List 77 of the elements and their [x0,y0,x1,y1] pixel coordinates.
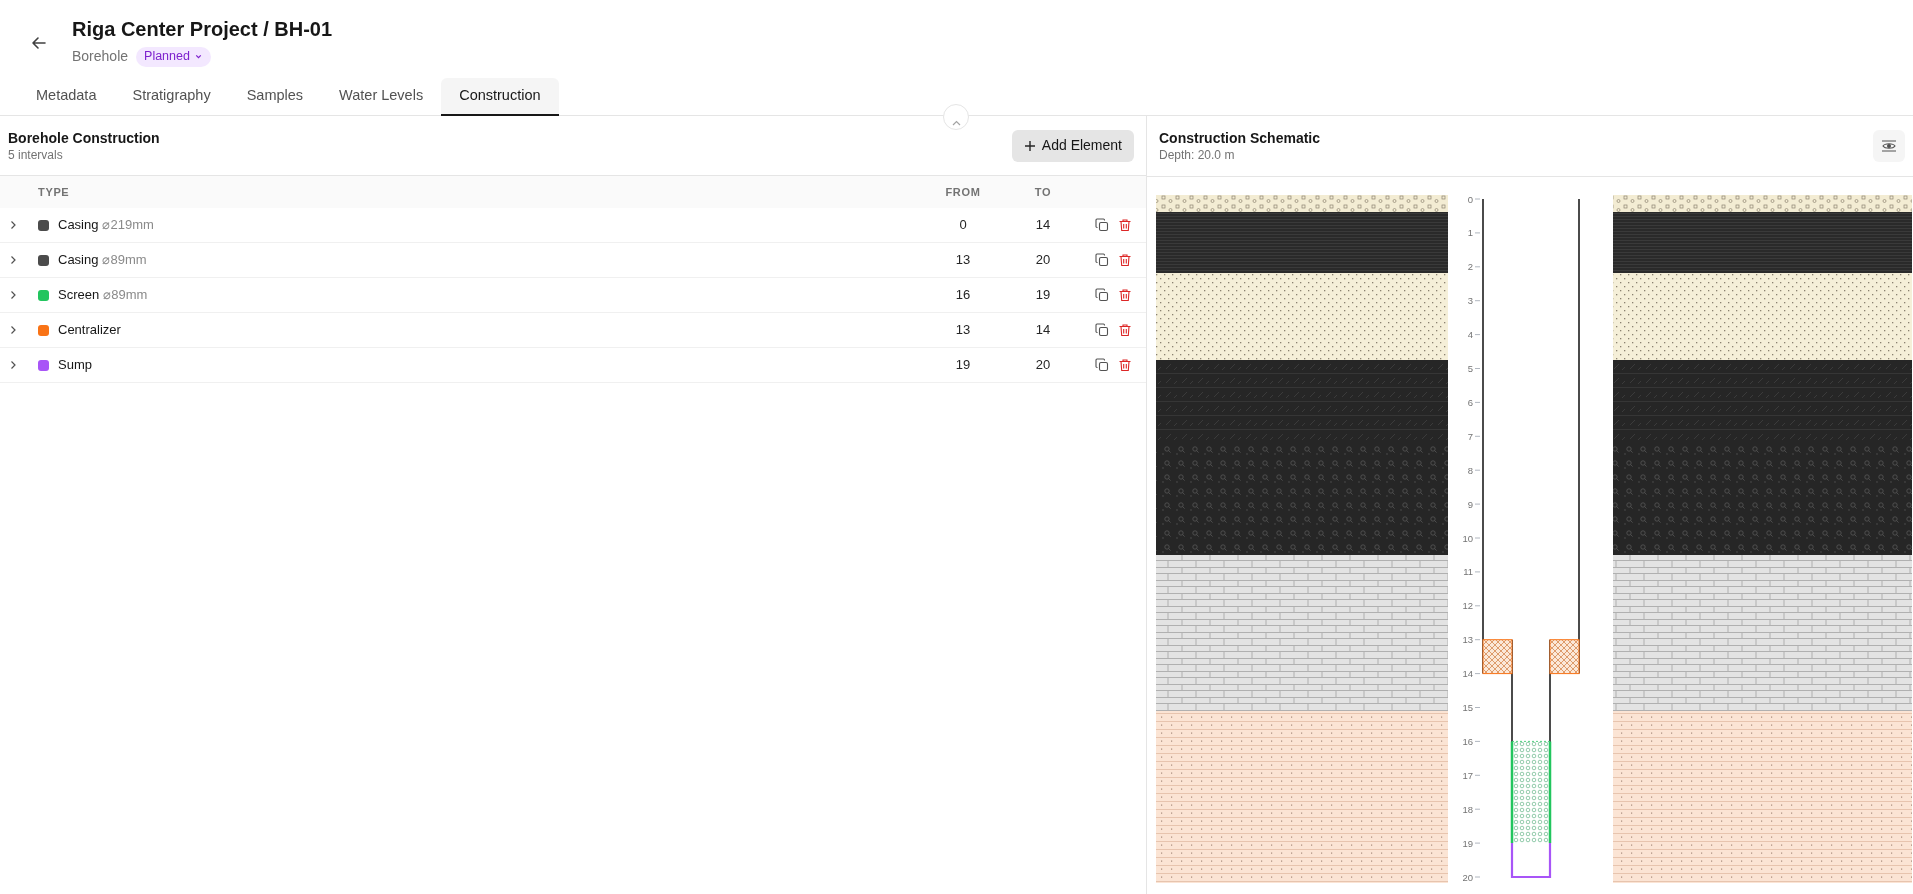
caret-icon [193,52,203,61]
depth-tick-label: 10 [1462,532,1481,544]
sump-drawing [1510,843,1552,879]
column-header: FROM [945,184,981,200]
page-title: Riga Center Project / BH-01 [72,17,333,42]
depth-value: 14 [1035,321,1051,340]
depth-tick-label: 8 [1467,464,1481,476]
expand-chevron-icon[interactable] [8,254,18,266]
diameter-label: ⌀89mm [102,251,147,270]
duplicate-icon[interactable] [1095,253,1109,267]
depth-tick-label: 15 [1462,702,1481,713]
depth-tick-label: 18 [1462,803,1481,815]
depth-tick-label: 4 [1467,329,1481,341]
duplicate-icon[interactable] [1095,323,1109,337]
depth-tick-label: 17 [1462,769,1481,781]
depth-tick-label: 0 [1467,193,1481,205]
element-type: Casing [58,216,99,235]
delete-icon[interactable] [1118,253,1132,267]
element-type: Screen [58,286,100,305]
depth-value: 20 [1035,251,1051,270]
status-badge[interactable]: Planned [136,46,211,67]
duplicate-icon[interactable] [1095,218,1109,232]
column-header: TO [1034,184,1052,200]
depth-tick-label: 9 [1467,498,1481,510]
expand-chevron-icon[interactable] [8,289,18,301]
layers-eye-icon [1881,139,1897,153]
interval-count: 5 intervals [8,146,64,163]
depth-tick-label: 20 [1462,871,1481,883]
depth-tick-label: 2 [1467,261,1481,273]
depth-value: 19 [955,356,971,375]
chevron-up-icon [951,120,961,126]
depth-tick-label: 12 [1462,600,1481,612]
depth-tick-label: 1 [1467,227,1481,239]
depth-tick-label: 11 [1463,566,1481,578]
expand-chevron-icon[interactable] [8,219,18,231]
duplicate-icon[interactable] [1095,358,1109,372]
view-settings-button[interactable] [1873,130,1905,162]
depth-tick-label: 19 [1462,837,1481,849]
element-type: Centralizer [58,321,121,340]
depth-tick-label: 3 [1467,295,1481,307]
diameter-label: ⌀89mm [103,286,148,305]
column-header: TYPE [38,184,70,200]
tab[interactable]: Stratigraphy [114,78,229,116]
depth-tick-label: 7 [1467,430,1481,442]
depth-value: 20 [1035,356,1051,375]
tab[interactable]: Samples [228,78,322,116]
tab[interactable]: Construction [441,78,559,116]
depth-value: 13 [955,251,971,270]
depth-value: 0 [959,216,967,235]
depth-value: 13 [955,321,971,340]
tab[interactable]: Metadata [18,78,115,116]
expand-chevron-icon[interactable] [8,359,18,371]
section-title: Borehole Construction [8,128,160,147]
delete-icon[interactable] [1118,288,1132,302]
depth-value: 14 [1035,216,1051,235]
delete-icon[interactable] [1118,323,1132,337]
add-element-button[interactable]: Add Element [1011,129,1134,162]
tab[interactable]: Water Levels [321,78,442,116]
depth-tick-label: 16 [1462,735,1481,747]
element-type: Casing [58,251,99,270]
depth-tick-label: 5 [1467,363,1481,374]
expand-chevron-icon[interactable] [8,324,18,336]
depth-tick-label: 6 [1467,396,1481,408]
diameter-label: ⌀219mm [102,216,154,235]
depth-value: 16 [955,286,971,305]
delete-icon[interactable] [1118,358,1132,372]
depth-tick-label: 14 [1462,668,1481,680]
depth-label: Depth: 20.0 m [1159,147,1236,163]
schematic-title: Construction Schematic [1159,129,1321,147]
back-arrow-icon [30,34,48,52]
depth-tick-label: 13 [1462,634,1481,646]
entity-type-label: Borehole [72,47,129,66]
element-type: Sump [58,356,92,375]
depth-value: 19 [1035,286,1051,305]
delete-icon[interactable] [1118,218,1132,232]
plus-icon [1023,139,1036,152]
duplicate-icon[interactable] [1095,288,1109,302]
